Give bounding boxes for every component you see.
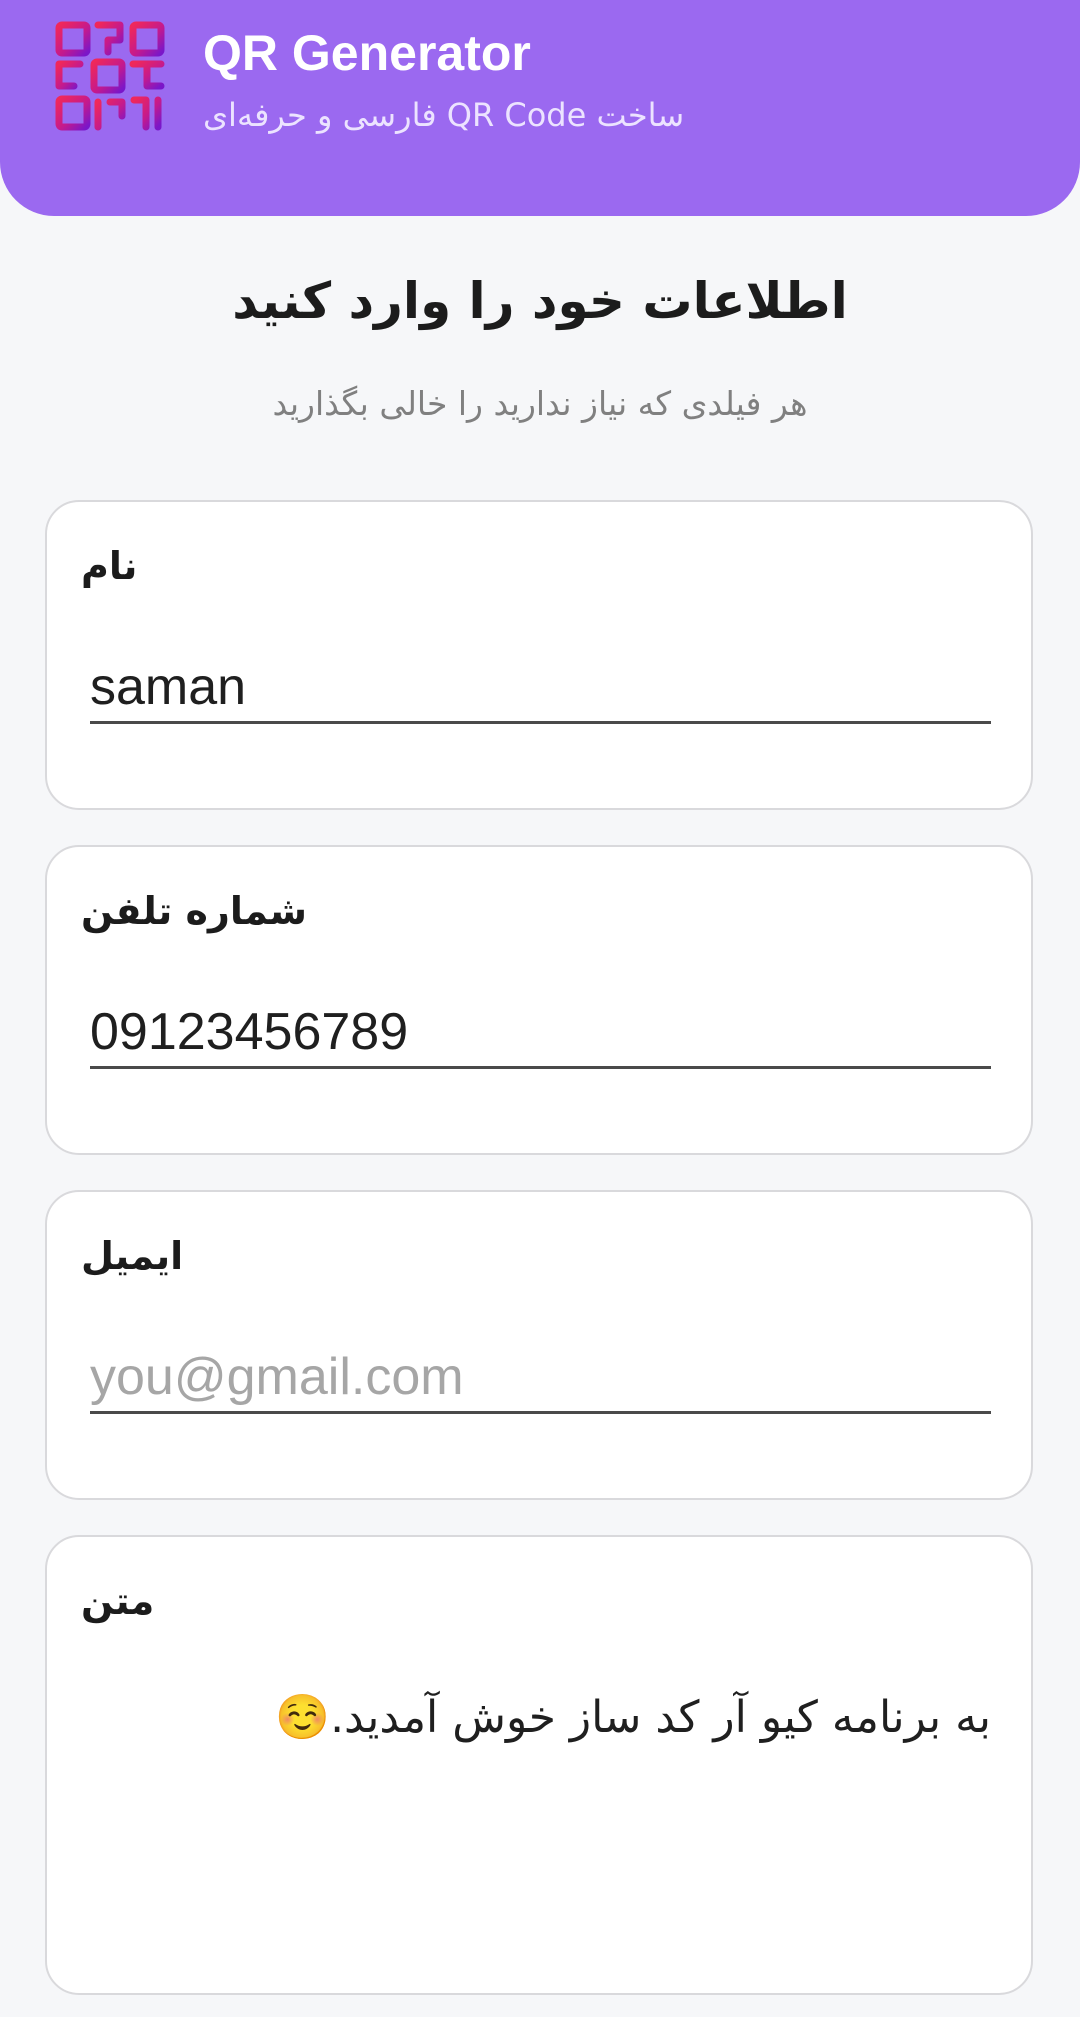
text-card: متن به برنامه کیو آر کد ساز خوش آمدید.☺️ xyxy=(45,1535,1033,2017)
email-card: ایمیل xyxy=(45,1190,1033,1500)
phone-card: شماره تلفن xyxy=(45,845,1033,1155)
name-input[interactable] xyxy=(90,652,991,724)
app-header: QR Generator ساخت QR Code فارسی و حرفه‌ا… xyxy=(0,0,1080,216)
form-subtitle: هر فیلدی که نیاز ندارید را خالی بگذارید xyxy=(272,384,808,423)
app-title: QR Generator xyxy=(203,25,531,81)
phone-label: شماره تلفن xyxy=(81,889,307,933)
text-input[interactable]: به برنامه کیو آر کد ساز خوش آمدید.☺️ xyxy=(90,1687,991,2017)
email-input[interactable] xyxy=(90,1342,991,1414)
qr-logo-icon xyxy=(55,21,165,131)
email-label: ایمیل xyxy=(81,1234,184,1278)
name-label: نام xyxy=(81,544,138,588)
form-title: اطلاعات خود را وارد کنید xyxy=(232,272,848,330)
text-label: متن xyxy=(81,1579,155,1623)
app-subtitle: ساخت QR Code فارسی و حرفه‌ای xyxy=(203,96,685,134)
phone-input[interactable] xyxy=(90,997,991,1069)
name-card: نام xyxy=(45,500,1033,810)
